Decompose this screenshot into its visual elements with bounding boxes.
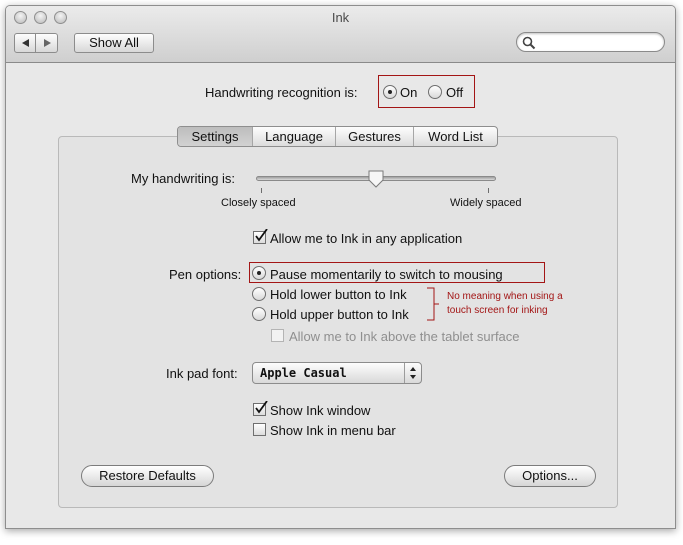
tab-bar: Settings Language Gestures Word List (177, 126, 498, 147)
title-bar: Ink Show All (6, 6, 675, 63)
allow-any-app-checkbox[interactable] (253, 229, 268, 244)
handwriting-label: My handwriting is: (131, 171, 236, 186)
restore-defaults-button[interactable]: Restore Defaults (81, 465, 214, 487)
slider-thumb[interactable] (368, 170, 384, 188)
tab-word-list[interactable]: Word List (414, 127, 497, 146)
back-arrow-icon (22, 39, 29, 47)
hold-lower-button-radio[interactable] (252, 287, 266, 301)
forward-arrow-icon (44, 39, 51, 47)
recognition-on-radio[interactable] (383, 85, 397, 99)
forward-button[interactable] (36, 33, 58, 53)
recognition-off-radio[interactable] (428, 85, 442, 99)
settings-panel (58, 136, 618, 508)
pause-momentarily-label[interactable]: Pause momentarily to switch to mousing (270, 267, 503, 282)
tab-settings[interactable]: Settings (178, 127, 253, 146)
hold-lower-button-label[interactable]: Hold lower button to Ink (270, 287, 407, 302)
slider-tick-max (488, 188, 489, 193)
checkmark-icon (255, 401, 268, 414)
show-all-button[interactable]: Show All (74, 33, 154, 53)
ink-pad-font-label: Ink pad font: (166, 366, 238, 381)
recognition-off-label[interactable]: Off (446, 85, 463, 100)
options-button[interactable]: Options... (504, 465, 596, 487)
show-ink-window-label[interactable]: Show Ink window (270, 403, 370, 418)
hold-upper-button-label[interactable]: Hold upper button to Ink (270, 307, 409, 322)
pause-momentarily-radio[interactable] (252, 266, 266, 280)
tab-gestures[interactable]: Gestures (336, 127, 414, 146)
show-ink-window-checkbox[interactable] (253, 401, 268, 416)
slider-min-label: Closely spaced (221, 197, 296, 209)
pen-options-label: Pen options: (169, 267, 242, 282)
annotation-note-line1: No meaning when using a (447, 291, 563, 302)
tab-language[interactable]: Language (253, 127, 336, 146)
hold-upper-button-radio[interactable] (252, 307, 266, 321)
show-ink-menu-bar-checkbox[interactable] (253, 423, 266, 436)
recognition-on-label[interactable]: On (400, 85, 417, 100)
recognition-label: Handwriting recognition is: (205, 85, 358, 100)
annotation-bracket (427, 287, 439, 321)
search-icon (522, 36, 536, 50)
search-field[interactable] (516, 32, 665, 52)
ink-pad-font-popup[interactable]: Apple Casual (252, 362, 422, 384)
show-ink-menu-bar-label[interactable]: Show Ink in menu bar (270, 423, 396, 438)
checkmark-icon (255, 229, 268, 242)
ink-above-tablet-label[interactable]: Allow me to Ink above the tablet surface (289, 329, 520, 344)
slider-max-label: Widely spaced (450, 197, 522, 209)
ink-above-tablet-checkbox[interactable] (271, 329, 284, 342)
popup-arrows-icon (404, 363, 421, 383)
slider-tick-min (261, 188, 262, 193)
window-title: Ink (331, 10, 350, 25)
back-button[interactable] (14, 33, 36, 53)
allow-any-app-label[interactable]: Allow me to Ink in any application (270, 231, 462, 246)
annotation-note-line2: touch screen for inking (447, 305, 548, 316)
ink-pad-font-value: Apple Casual (260, 366, 347, 380)
preferences-window: Ink Show All Handwriting recognition is:… (5, 5, 676, 529)
